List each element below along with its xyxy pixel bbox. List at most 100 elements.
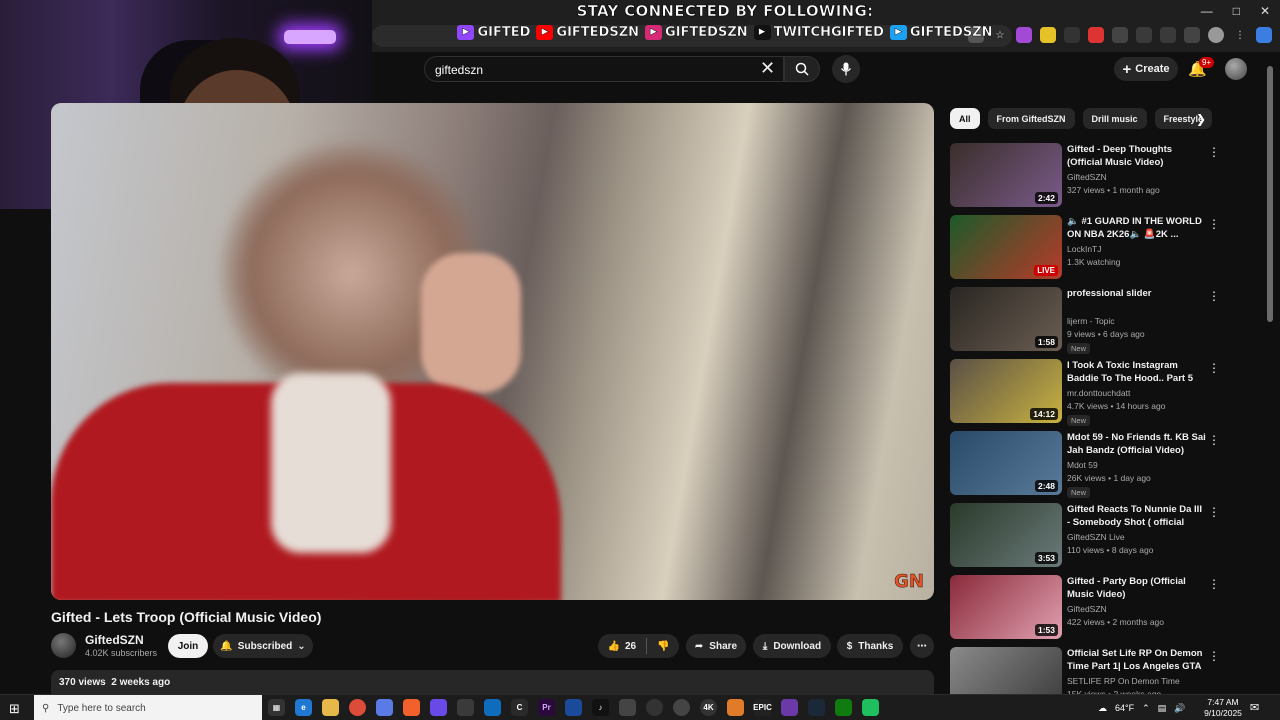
recommended-title[interactable]: 🔈 #1 GUARD IN THE WORLD ON NBA 2K26🔈 🚨2K…	[1067, 215, 1207, 241]
recommended-video[interactable]: 2:42 Gifted - Deep Thoughts (Official Mus…	[950, 143, 1262, 207]
recommended-title[interactable]: Gifted Reacts To Nunnie Da III - Somebod…	[1067, 503, 1207, 529]
chevron-right-icon[interactable]: ❯	[1196, 112, 1206, 126]
copilot-icon[interactable]	[376, 699, 393, 716]
weather-temp[interactable]: 64°F	[1115, 703, 1134, 713]
copilot-icon[interactable]	[1256, 27, 1272, 43]
more-vert-icon[interactable]: ⋮	[1208, 649, 1220, 663]
edge-icon[interactable]: e	[295, 699, 312, 716]
video-thumbnail[interactable]: 2:48	[950, 431, 1062, 495]
join-button[interactable]: Join	[168, 634, 208, 658]
extension-icon[interactable]	[1112, 27, 1128, 43]
recommended-channel[interactable]: mr.donttouchdatt	[1067, 388, 1130, 398]
extension-icon[interactable]	[1184, 27, 1200, 43]
more-vert-icon[interactable]: ⋮	[1208, 433, 1220, 447]
steam-icon[interactable]	[808, 699, 825, 716]
video-thumbnail[interactable]: 1:53	[950, 575, 1062, 639]
network-icon[interactable]: ▤	[1158, 703, 1167, 714]
recommended-channel[interactable]: Mdot 59	[1067, 460, 1098, 470]
app-icon[interactable]	[862, 699, 879, 716]
like-button[interactable]: 👍 26	[607, 641, 636, 652]
filter-chip[interactable]: From GiftedSZN	[987, 108, 1075, 129]
recommended-channel[interactable]: GiftedSZN	[1067, 172, 1107, 182]
more-vert-icon[interactable]: ⋮	[1208, 217, 1220, 231]
more-vert-icon[interactable]: ⋮	[1208, 289, 1220, 303]
puzzle-icon[interactable]	[1160, 27, 1176, 43]
extension-icon[interactable]	[1040, 27, 1056, 43]
file-explorer-icon[interactable]	[322, 699, 339, 716]
voice-search-button[interactable]	[832, 55, 860, 83]
windows-start-icon[interactable]: ⊞	[9, 701, 20, 717]
tiktok-icon[interactable]: ♪	[592, 699, 609, 716]
download-button[interactable]: ⤓ Download	[753, 634, 831, 658]
search-input[interactable]: giftedszn	[424, 56, 784, 82]
more-vert-icon[interactable]: ⋮	[1208, 145, 1220, 159]
thanks-button[interactable]: $ Thanks	[837, 634, 903, 658]
create-button[interactable]: + Create	[1114, 57, 1178, 81]
recommended-video[interactable]: 1:53 Gifted - Party Bop (Official Music V…	[950, 575, 1262, 639]
scrollbar[interactable]	[1267, 66, 1273, 322]
video-thumbnail[interactable]: 14:12	[950, 359, 1062, 423]
recommended-title[interactable]: Gifted - Party Bop (Official Music Video…	[1067, 575, 1207, 601]
video-thumbnail[interactable]: 1:58	[950, 287, 1062, 351]
filter-chip[interactable]: All	[950, 108, 980, 129]
recommended-title[interactable]: Official Set Life RP On Demon Time Part …	[1067, 647, 1207, 673]
extension-icon[interactable]	[1136, 27, 1152, 43]
video-player[interactable]: GN	[51, 103, 934, 600]
app-icon[interactable]	[727, 699, 744, 716]
epic-games-icon[interactable]: EPIC	[753, 699, 772, 716]
extension-icon[interactable]	[1064, 27, 1080, 43]
channel-avatar[interactable]	[51, 633, 76, 658]
subscribed-button[interactable]: 🔔 Subscribed ⌄	[213, 634, 313, 658]
clear-search-icon[interactable]: ✕	[760, 58, 775, 78]
more-vert-icon[interactable]: ⋮	[1208, 361, 1220, 375]
filter-chip[interactable]: Drill music	[1082, 108, 1147, 129]
recommended-video[interactable]: LIVE 🔈 #1 GUARD IN THE WORLD ON NBA 2K26🔈…	[950, 215, 1262, 279]
video-thumbnail[interactable]: LIVE	[950, 215, 1062, 279]
star-icon[interactable]: ☆	[992, 27, 1008, 43]
4k-downloader-icon[interactable]: 4K	[700, 699, 717, 716]
taskbar-clock[interactable]: 7:47 AM 9/10/2025	[1203, 697, 1243, 719]
recommended-video[interactable]: 3:53 Gifted Reacts To Nunnie Da III - Som…	[950, 503, 1262, 567]
share-button[interactable]: ➦ Share	[686, 634, 746, 658]
app-icon[interactable]	[781, 699, 798, 716]
outlook-icon[interactable]	[484, 699, 501, 716]
search-button[interactable]	[784, 56, 820, 82]
profile-icon[interactable]	[1208, 27, 1224, 43]
close-icon[interactable]: ✕	[1260, 4, 1270, 18]
thumbs-down-icon[interactable]: 👎	[657, 641, 669, 652]
more-vert-icon[interactable]: ⋮	[1232, 27, 1248, 43]
recommended-title[interactable]: Mdot 59 - No Friends ft. KB Sai Jah Band…	[1067, 431, 1207, 457]
app-icon[interactable]	[673, 699, 690, 716]
calendar-icon[interactable]	[457, 699, 474, 716]
volume-icon[interactable]: 🔊	[1174, 703, 1185, 714]
more-vert-icon[interactable]: ⋮	[1208, 577, 1220, 591]
recommended-video[interactable]: 1:58 professional slider lijerm - Topic 9 v…	[950, 287, 1262, 354]
extension-icon[interactable]	[1016, 27, 1032, 43]
taskbar-search[interactable]: ⚲ Type here to search	[34, 695, 262, 720]
recommended-title[interactable]: Gifted - Deep Thoughts (Official Music V…	[1067, 143, 1207, 169]
recommended-video[interactable]: 2:48 Mdot 59 - No Friends ft. KB Sai Jah …	[950, 431, 1262, 498]
recommended-channel[interactable]: GiftedSZN Live	[1067, 532, 1125, 542]
ccleaner-icon[interactable]: C	[511, 699, 528, 716]
video-thumbnail[interactable]: 2:42	[950, 143, 1062, 207]
more-actions-icon[interactable]: ⋯	[910, 634, 934, 658]
more-vert-icon[interactable]: ⋮	[1208, 505, 1220, 519]
obs-icon[interactable]	[646, 699, 663, 716]
recommended-channel[interactable]: LockInTJ	[1067, 244, 1102, 254]
extension-icon[interactable]	[1088, 27, 1104, 43]
brave-icon[interactable]	[403, 699, 420, 716]
app-icon[interactable]	[430, 699, 447, 716]
chevron-up-icon[interactable]: ⌃	[1142, 703, 1150, 714]
account-avatar[interactable]	[1225, 58, 1247, 80]
description-box[interactable]: 370 views 2 weeks ago	[51, 670, 934, 694]
recommended-channel[interactable]: lijerm - Topic	[1067, 316, 1115, 326]
premiere-icon[interactable]: Pr	[538, 699, 555, 716]
minimize-icon[interactable]: —	[1201, 4, 1213, 18]
recommended-channel[interactable]: GiftedSZN	[1067, 604, 1107, 614]
maximize-icon[interactable]: □	[1233, 4, 1240, 18]
recommended-title[interactable]: professional slider	[1067, 287, 1207, 300]
video-thumbnail[interactable]: 3:53	[950, 503, 1062, 567]
chrome-icon[interactable]	[349, 699, 366, 716]
recommended-channel[interactable]: SETLIFE RP On Demon Time	[1067, 676, 1180, 686]
weather-icon[interactable]: ☁	[1098, 703, 1107, 714]
